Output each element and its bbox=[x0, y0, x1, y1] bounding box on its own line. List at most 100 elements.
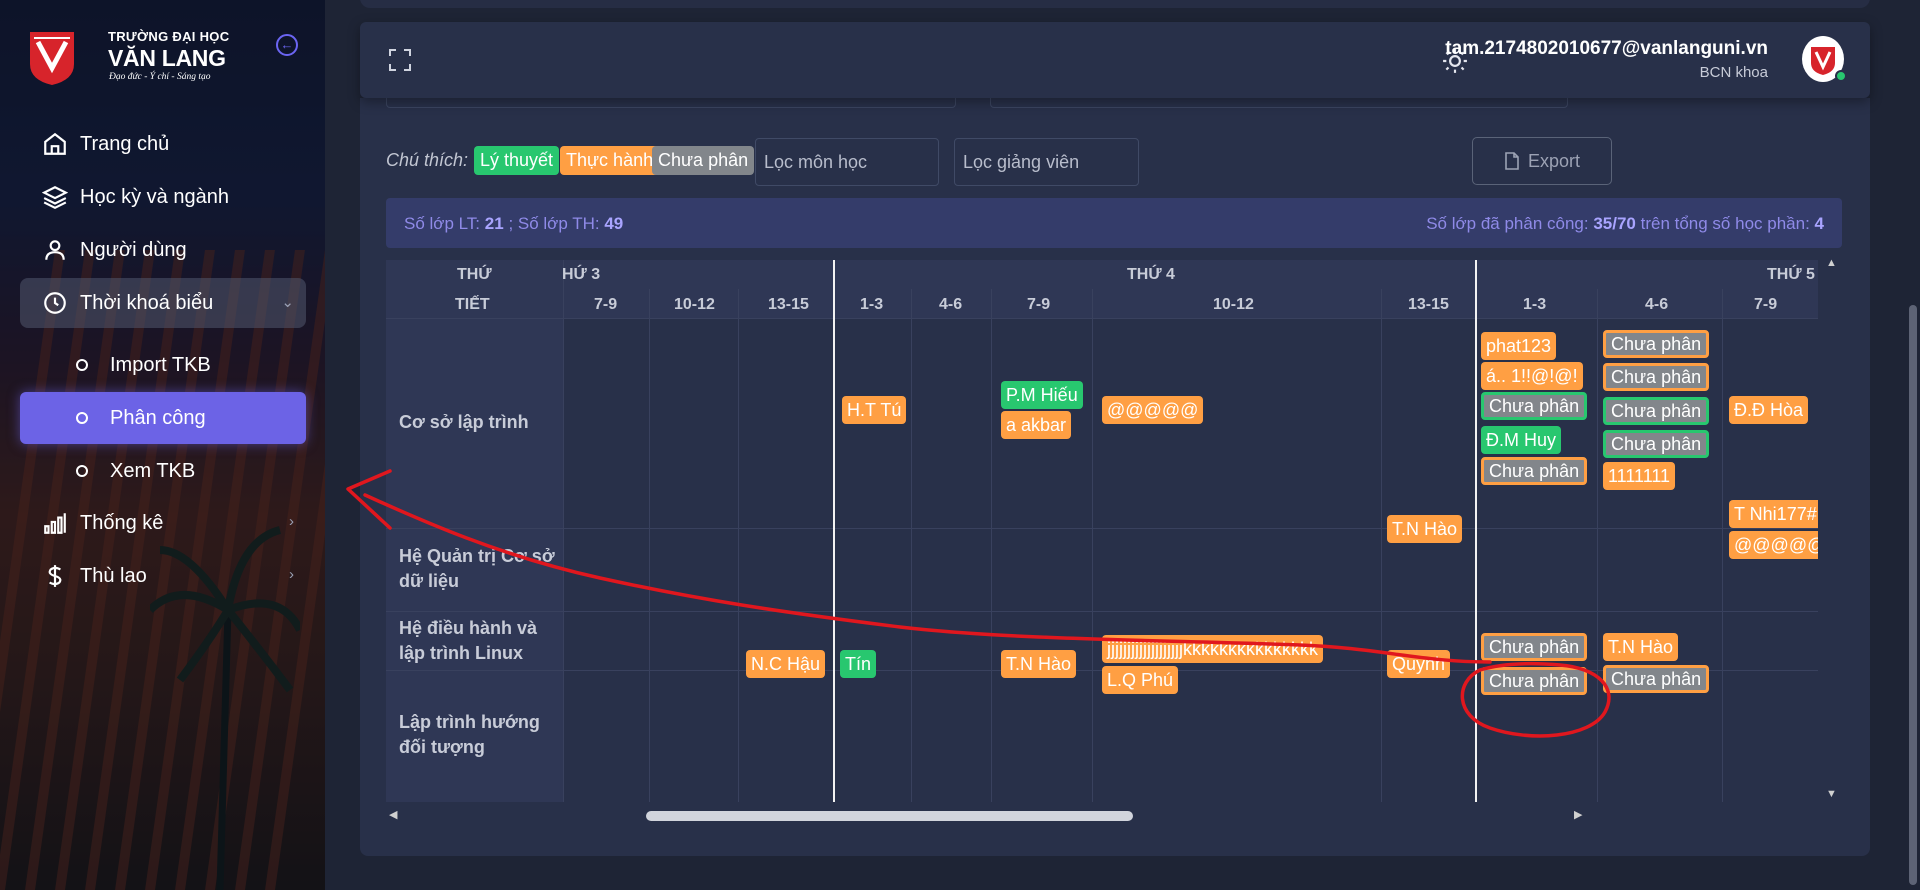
nav-item-statistics[interactable]: Thống kê › bbox=[20, 498, 306, 548]
nav-item-timetable[interactable]: Thời khoá biểu ⌄ bbox=[20, 278, 306, 328]
period-header: 4-6 bbox=[1645, 296, 1669, 313]
subject-row-label: Hệ Quản trị Cơ sở dữ liệu bbox=[399, 546, 555, 591]
page-scroll-thumb[interactable] bbox=[1909, 305, 1917, 885]
period-header: 10-12 bbox=[1213, 296, 1254, 313]
user-email: tam.2174802010677@vanlanguni.vn bbox=[1445, 38, 1768, 59]
previous-card-edge bbox=[360, 0, 1870, 8]
nav-label: Người dùng bbox=[80, 238, 187, 261]
horizontal-scroll-thumb[interactable] bbox=[646, 811, 1133, 821]
export-button[interactable]: Export bbox=[1472, 137, 1612, 185]
header-period-label: TIẾT bbox=[455, 296, 490, 313]
scroll-right-icon[interactable]: ▶ bbox=[1574, 808, 1582, 821]
nav-item-users[interactable]: Người dùng bbox=[20, 225, 306, 275]
period-header: 13-15 bbox=[768, 296, 809, 313]
day-header: HỨ 3 bbox=[562, 266, 601, 283]
sub-item-assign[interactable]: Phân công bbox=[20, 392, 306, 444]
layers-icon bbox=[20, 184, 80, 210]
class-chip[interactable]: Đ.Đ Hòa bbox=[1729, 396, 1809, 424]
sub-item-import-tkb[interactable]: Import TKB bbox=[20, 339, 306, 391]
page-scrollbar[interactable] bbox=[1906, 150, 1920, 890]
class-chip[interactable]: T.N Hào bbox=[1001, 650, 1077, 678]
top-navbar: tam.2174802010677@vanlanguni.vn BCN khoa bbox=[360, 22, 1870, 98]
assignment-card: Chú thích: Lý thuyết Thực hành Chưa phân… bbox=[360, 94, 1870, 856]
class-chip-unassigned[interactable]: Chưa phân bbox=[1481, 457, 1588, 485]
sub-item-view-tkb[interactable]: Xem TKB bbox=[20, 445, 306, 497]
filter-teacher-input[interactable] bbox=[954, 138, 1139, 186]
grid-vertical-scrollbar[interactable]: ▲ ▼ bbox=[1823, 257, 1839, 802]
class-chip[interactable]: Quỳnh bbox=[1387, 650, 1451, 678]
class-chip[interactable]: @@@@@ bbox=[1102, 396, 1204, 424]
export-label: Export bbox=[1527, 150, 1581, 171]
nav-item-home[interactable]: Trang chủ bbox=[20, 119, 306, 169]
class-chip[interactable]: P.M Hiếu bbox=[1001, 381, 1083, 409]
brand-top: TRƯỜNG ĐẠI HỌC bbox=[108, 29, 230, 44]
class-chip-unassigned[interactable]: Chưa phân bbox=[1603, 397, 1710, 425]
period-header: 1-3 bbox=[1523, 296, 1547, 313]
period-header: 4-6 bbox=[939, 296, 963, 313]
class-chip[interactable]: á.. 1!!@!@! bbox=[1481, 362, 1583, 390]
fullscreen-icon[interactable] bbox=[388, 48, 412, 72]
period-header: 13-15 bbox=[1408, 296, 1449, 313]
subject-row-label: Lập trình hướng đối tượng bbox=[399, 712, 540, 757]
class-chip-unassigned[interactable]: Chưa phân bbox=[1481, 633, 1588, 661]
sub-label: Xem TKB bbox=[110, 459, 196, 482]
sub-label: Import TKB bbox=[110, 353, 211, 376]
nav-label: Thống kê bbox=[80, 511, 164, 534]
class-chip[interactable]: H.T Tú bbox=[842, 396, 907, 424]
class-chip[interactable]: T.N Hào bbox=[1603, 633, 1679, 661]
scroll-left-icon[interactable]: ◀ bbox=[389, 808, 397, 821]
class-chip[interactable]: T.N Hào bbox=[1387, 515, 1463, 543]
filter-subject-input[interactable] bbox=[755, 138, 939, 186]
period-header: 7-9 bbox=[1754, 296, 1778, 313]
day-header: THỨ 5 bbox=[1767, 266, 1815, 283]
class-chip-unassigned[interactable]: Chưa phân bbox=[1603, 330, 1710, 358]
class-chip[interactable]: phat123 bbox=[1481, 332, 1557, 360]
nav-item-payment[interactable]: Thù lao › bbox=[20, 551, 306, 601]
collapse-sidebar-button[interactable]: ← bbox=[276, 34, 298, 56]
legend-title: Chú thích: bbox=[386, 150, 469, 170]
chevron-down-icon: ⌄ bbox=[281, 294, 294, 311]
home-icon bbox=[20, 131, 80, 157]
period-header: 7-9 bbox=[1027, 296, 1051, 313]
class-chip-unassigned[interactable]: Chưa phân bbox=[1603, 665, 1710, 693]
subject-row-label: Cơ sở lập trình bbox=[399, 412, 529, 432]
scroll-up-icon[interactable]: ▲ bbox=[1826, 257, 1837, 269]
clock-icon bbox=[20, 290, 80, 316]
header-day-label: THỨ bbox=[457, 266, 492, 283]
class-count-summary: Số lớp LT: 21 ; Số lớp TH: 49 bbox=[404, 214, 624, 233]
nav-label: Trang chủ bbox=[80, 132, 170, 155]
sidebar: TRƯỜNG ĐẠI HỌC VĂN LANG Đạo đức - Ý chí … bbox=[0, 0, 325, 890]
bar-chart-icon bbox=[20, 510, 80, 536]
class-chip[interactable]: 1111111 bbox=[1603, 462, 1676, 490]
class-chip-unassigned[interactable]: Chưa phân bbox=[1481, 667, 1588, 695]
legend-practice: Thực hành bbox=[560, 146, 660, 175]
user-role: BCN khoa bbox=[1699, 64, 1768, 81]
scroll-down-icon[interactable]: ▼ bbox=[1826, 788, 1837, 800]
brand-motto: Đạo đức - Ý chí - Sáng tạo bbox=[109, 72, 211, 82]
nav-label: Học kỳ và ngành bbox=[80, 185, 229, 208]
grid-horizontal-scrollbar[interactable]: ◀ ▶ bbox=[386, 806, 1842, 824]
nav-item-semester[interactable]: Học kỳ và ngành bbox=[20, 172, 306, 222]
class-chip[interactable]: jjjjjjjjjjjjjjjjjjjkkkkkkkkkkkkkkk bbox=[1102, 635, 1323, 663]
class-chip[interactable]: N.C Hậu bbox=[746, 650, 826, 678]
class-chip[interactable]: @@@@@ bbox=[1729, 531, 1818, 559]
class-chip[interactable]: Đ.M Huy bbox=[1481, 426, 1562, 454]
class-chip[interactable]: Tín bbox=[840, 650, 877, 678]
class-chip-unassigned[interactable]: Chưa phân bbox=[1603, 430, 1710, 458]
chevron-right-icon: › bbox=[289, 566, 294, 583]
avatar[interactable] bbox=[1802, 36, 1847, 82]
class-chip-unassigned[interactable]: Chưa phân bbox=[1481, 392, 1588, 420]
sub-label: Phân công bbox=[110, 406, 206, 429]
main-content: tam.2174802010677@vanlanguni.vn BCN khoa… bbox=[325, 0, 1920, 890]
class-chip[interactable]: T Nhi177# bbox=[1729, 500, 1818, 528]
period-header: 7-9 bbox=[594, 296, 618, 313]
circle-icon bbox=[76, 359, 88, 371]
period-header: 1-3 bbox=[860, 296, 884, 313]
nav-label: Thù lao bbox=[80, 564, 147, 587]
summary-bar: Số lớp LT: 21 ; Số lớp TH: 49 Số lớp đã … bbox=[386, 198, 1842, 248]
class-chip[interactable]: a akbar bbox=[1001, 411, 1072, 439]
legend-theory: Lý thuyết bbox=[474, 146, 560, 175]
class-chip[interactable]: L.Q Phú bbox=[1102, 666, 1179, 694]
class-chip-unassigned[interactable]: Chưa phân bbox=[1603, 363, 1710, 391]
user-icon bbox=[20, 237, 80, 263]
